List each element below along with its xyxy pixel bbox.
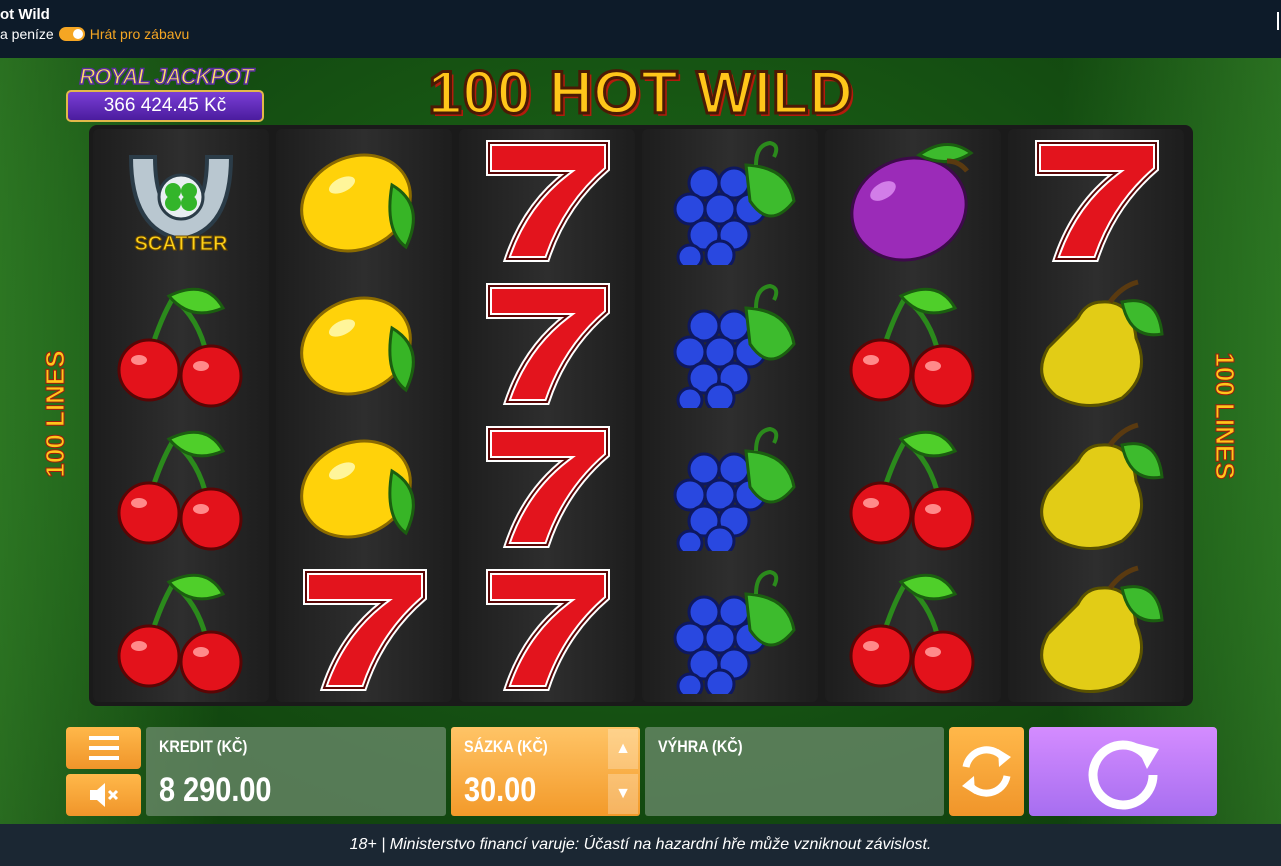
reel-grid: SCATTER: [89, 125, 1193, 706]
play-for-fun-label[interactable]: Hrát pro zábavu: [90, 26, 190, 42]
mode-switch: a peníze Hrát pro zábavu: [0, 26, 189, 42]
cherry-icon: [849, 287, 975, 408]
win-panel: VÝHRA (KČ): [645, 727, 944, 816]
seven-icon: [486, 426, 610, 548]
grapes-symbol: [642, 558, 818, 701]
grapes-icon: [673, 426, 796, 551]
bet-label: SÁZKA (KČ): [464, 737, 548, 756]
pear-symbol: [1008, 415, 1184, 558]
grapes-icon: [673, 569, 796, 694]
seven-symbol: [1008, 129, 1184, 272]
seven-symbol: [459, 558, 635, 701]
lemon-symbol: [276, 272, 452, 415]
jackpot-value: 366 424.45 Kč: [66, 90, 264, 122]
lines-indicator-left: 100 LINES: [40, 350, 71, 478]
seven-icon: [486, 569, 610, 691]
lemon-symbol: [276, 415, 452, 558]
lemon-icon: [300, 439, 415, 539]
cherry-symbol: [825, 558, 1001, 701]
fullscreen-icon[interactable]: [1269, 12, 1279, 30]
game-logo: 100 HOT WILD: [427, 58, 854, 127]
sound-button[interactable]: [66, 774, 141, 816]
seven-icon: [303, 569, 427, 691]
credit-panel: KREDIT (KČ) 8 290.00: [146, 727, 446, 816]
scatter-symbol: SCATTER: [93, 129, 269, 272]
reel-2: [276, 129, 452, 702]
menu-icon: [89, 736, 119, 760]
reel-4: [642, 129, 818, 702]
seven-icon: [1035, 140, 1159, 262]
cherry-icon: [117, 573, 243, 694]
menu-button[interactable]: [66, 727, 141, 769]
game-stage: ROYAL JACKPOT 366 424.45 Kč 100 HOT WILD…: [0, 58, 1281, 824]
grapes-symbol: [642, 415, 818, 558]
gambling-warning: 18+ | Ministerstvo financí varuje: Účast…: [0, 824, 1281, 866]
royal-jackpot: ROYAL JACKPOT 366 424.45 Kč: [64, 62, 266, 124]
plum-symbol: [825, 129, 1001, 272]
credit-value: 8 290.00: [159, 771, 272, 809]
sound-muted-icon: [90, 783, 119, 807]
reel-6: [1008, 129, 1184, 702]
cherry-symbol: [93, 415, 269, 558]
autoplay-icon: [962, 746, 1011, 797]
credit-label: KREDIT (KČ): [159, 737, 248, 756]
grapes-icon: [673, 283, 796, 408]
win-label: VÝHRA (KČ): [658, 737, 743, 756]
seven-symbol: [459, 415, 635, 558]
autoplay-button[interactable]: [949, 727, 1024, 816]
bet-value: 30.00: [464, 771, 537, 809]
arrow-down-icon: ▼: [615, 785, 631, 802]
cherry-symbol: [93, 558, 269, 701]
arrow-up-icon: ▲: [615, 740, 631, 757]
grapes-symbol: [642, 272, 818, 415]
reel-3: [459, 129, 635, 702]
pear-icon: [1040, 565, 1164, 694]
cherry-symbol: [93, 272, 269, 415]
spin-button[interactable]: [1029, 727, 1217, 816]
plum-icon: [850, 143, 974, 262]
cherry-icon: [117, 287, 243, 408]
pear-symbol: [1008, 558, 1184, 701]
bet-panel: SÁZKA (KČ) 30.00 ▲ ▼: [451, 727, 640, 816]
jackpot-title: ROYAL JACKPOT: [79, 63, 255, 90]
mode-toggle[interactable]: [58, 27, 85, 41]
pear-icon: [1040, 279, 1164, 408]
cherry-icon: [849, 430, 975, 551]
grapes-icon: [673, 140, 796, 265]
seven-symbol: [276, 558, 452, 701]
cherry-icon: [849, 573, 975, 694]
seven-icon: [486, 283, 610, 405]
seven-symbol: [459, 272, 635, 415]
spin-icon: [1088, 740, 1159, 810]
lemon-icon: [300, 153, 415, 253]
cherry-symbol: [825, 415, 1001, 558]
pear-icon: [1040, 422, 1164, 551]
lemon-icon: [300, 296, 415, 396]
reel-1: SCATTER: [93, 129, 269, 702]
reel-5: [825, 129, 1001, 702]
cherry-symbol: [825, 272, 1001, 415]
seven-icon: [486, 140, 610, 262]
real-money-label[interactable]: a peníze: [0, 26, 54, 42]
cherry-icon: [117, 430, 243, 551]
window-title: ot Wild: [0, 6, 50, 23]
lines-indicator-right: 100 LINES: [1210, 352, 1241, 480]
lemon-symbol: [276, 129, 452, 272]
bet-decrease-button[interactable]: ▼: [608, 774, 638, 814]
bet-increase-button[interactable]: ▲: [608, 729, 638, 769]
control-panel: KREDIT (KČ) 8 290.00 SÁZKA (KČ) 30.00 ▲ …: [0, 724, 1281, 824]
seven-symbol: [459, 129, 635, 272]
top-bar: ot Wild a peníze Hrát pro zábavu: [0, 0, 1281, 58]
grapes-symbol: [642, 129, 818, 272]
pear-symbol: [1008, 272, 1184, 415]
scatter-label: SCATTER: [134, 233, 228, 256]
